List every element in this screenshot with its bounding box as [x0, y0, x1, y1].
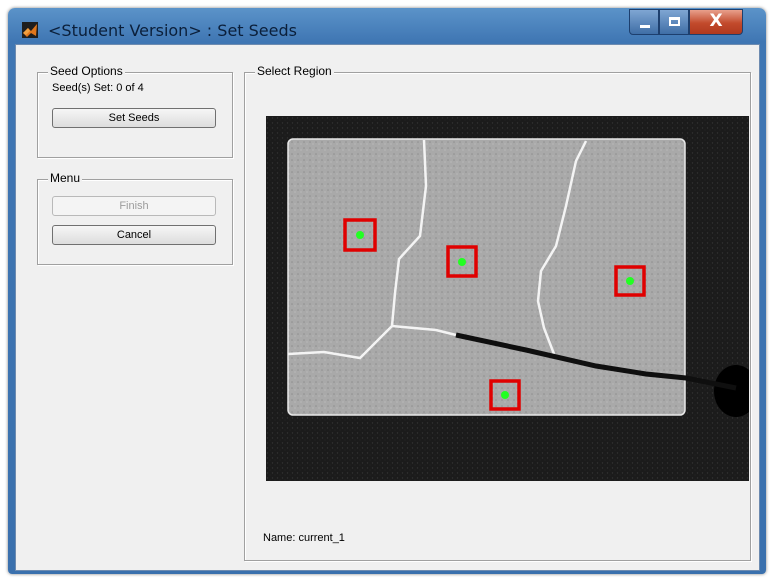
- maximize-icon: [669, 17, 680, 26]
- close-icon: X: [709, 11, 723, 31]
- figure-client-area: Seed Options Seed(s) Set: 0 of 4 Set See…: [15, 44, 760, 571]
- maximize-button[interactable]: [659, 9, 689, 35]
- select-region-title: Select Region: [255, 64, 334, 78]
- title-bar[interactable]: <Student Version> : Set Seeds X: [8, 8, 766, 44]
- menu-group: Menu Finish Cancel: [37, 171, 233, 265]
- set-seeds-button[interactable]: Set Seeds: [52, 108, 216, 128]
- image-name-text: Name: current_1: [263, 532, 345, 544]
- minimize-button[interactable]: [629, 9, 659, 35]
- minimize-icon: [640, 25, 650, 28]
- seed-status-text: Seed(s) Set: 0 of 4: [52, 82, 144, 94]
- menu-title: Menu: [48, 171, 83, 185]
- window-title: <Student Version> : Set Seeds: [48, 21, 297, 40]
- close-button[interactable]: X: [689, 9, 743, 35]
- cancel-button[interactable]: Cancel: [52, 225, 216, 245]
- microscopy-image: [266, 116, 749, 481]
- sample-region: [287, 138, 686, 416]
- app-window: <Student Version> : Set Seeds X Seed Opt…: [8, 8, 766, 574]
- matlab-logo-icon: [22, 22, 38, 38]
- finish-button[interactable]: Finish: [52, 196, 216, 216]
- seed-image-axes[interactable]: [266, 116, 749, 481]
- seed-options-title: Seed Options: [48, 64, 125, 78]
- seed-options-group: Seed Options Seed(s) Set: 0 of 4 Set See…: [37, 64, 233, 158]
